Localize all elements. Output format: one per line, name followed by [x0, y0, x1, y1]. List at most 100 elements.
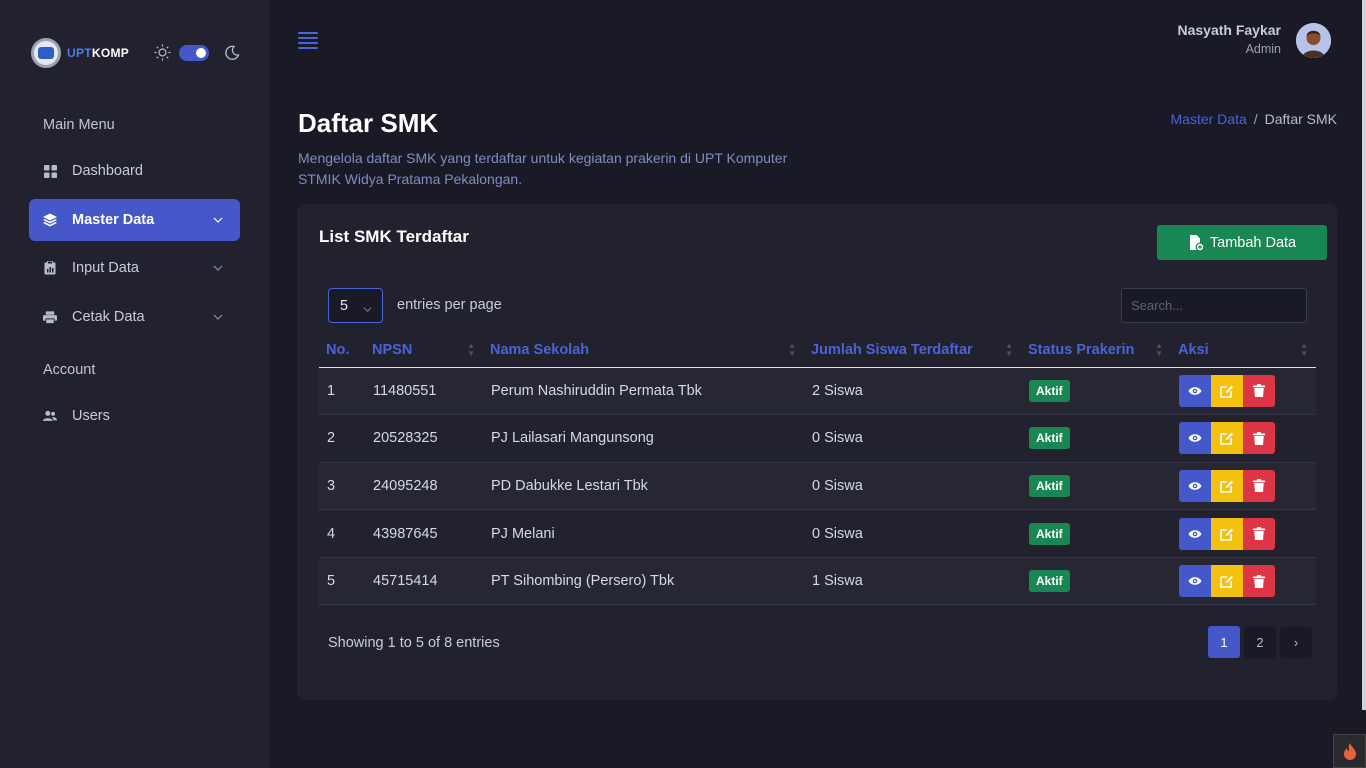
- column-header-aksi[interactable]: Aksi ▲ ▼: [1171, 334, 1316, 368]
- cell-status: Aktif: [1021, 414, 1171, 463]
- smk-table: No. NPSN ▲ ▼ Nama Sekolah ▲ ▼ Jumlah Siswa T…: [319, 334, 1316, 606]
- sidebar-item-cetak-data[interactable]: Cetak Data: [29, 296, 240, 338]
- column-header-jumlah-siswa[interactable]: Jumlah Siswa Terdaftar ▲ ▼: [804, 334, 1021, 368]
- theme-toggle[interactable]: [154, 44, 240, 61]
- edit-button[interactable]: [1211, 469, 1243, 502]
- chevron-down-icon: [213, 310, 223, 320]
- delete-button[interactable]: [1243, 422, 1275, 455]
- cell-nama-sekolah: PT Sihombing (Persero) Tbk: [483, 557, 804, 606]
- search-input[interactable]: [1121, 288, 1307, 323]
- edit-button[interactable]: [1211, 565, 1243, 598]
- delete-button[interactable]: [1243, 469, 1275, 502]
- view-button[interactable]: [1179, 422, 1211, 455]
- view-button[interactable]: [1179, 565, 1211, 598]
- edit-button[interactable]: [1211, 374, 1243, 407]
- eye-icon: [1188, 577, 1202, 585]
- chevron-down-icon: [213, 213, 223, 223]
- printer-icon: [43, 310, 57, 324]
- status-badge: Aktif: [1029, 570, 1070, 593]
- dark-mode-switch[interactable]: [179, 44, 209, 61]
- entries-per-page-label: entries per page: [397, 297, 502, 313]
- table-row: 3 24095248 PD Dabukke Lestari Tbk 0 Siswa Ak…: [319, 462, 1316, 511]
- cell-aksi: [1171, 367, 1316, 416]
- sidebar-item-label: Master Data: [72, 212, 155, 228]
- cell-no: 1: [319, 367, 365, 416]
- brand-name: UPTKOMP: [67, 46, 130, 60]
- cell-jumlah-siswa: 0 Siswa: [804, 462, 1021, 511]
- sidebar-item-users[interactable]: Users: [29, 395, 240, 437]
- add-data-label: Tambah Data: [1209, 234, 1297, 251]
- status-badge: Aktif: [1029, 379, 1070, 402]
- menu-heading-account: Account: [43, 362, 96, 378]
- breadcrumb-link-master-data[interactable]: Master Data: [1171, 111, 1247, 127]
- sidebar-item-input-data[interactable]: Input Data: [29, 247, 240, 289]
- cell-no: 5: [319, 557, 365, 606]
- flame-icon[interactable]: [1333, 734, 1366, 768]
- cell-no: 2: [319, 414, 365, 463]
- view-button[interactable]: [1179, 469, 1211, 502]
- delete-button[interactable]: [1243, 565, 1275, 598]
- page-scrollbar[interactable]: [1362, 0, 1366, 710]
- cell-aksi: [1171, 557, 1316, 606]
- eye-icon: [1188, 529, 1202, 538]
- user-name[interactable]: Nasyath Faykar: [1177, 22, 1281, 38]
- menu-toggle-icon[interactable]: [298, 32, 318, 49]
- next-page-button[interactable]: ›: [1280, 626, 1312, 658]
- eye-icon: [1188, 434, 1202, 443]
- pagination-info: Showing 1 to 5 of 8 entries: [328, 635, 500, 651]
- column-header-nama-sekolah[interactable]: Nama Sekolah ▲ ▼: [483, 334, 804, 368]
- sidebar-item-dashboard[interactable]: Dashboard: [29, 150, 240, 192]
- edit-icon: [1220, 480, 1233, 493]
- delete-button[interactable]: [1243, 517, 1275, 550]
- entries-per-page-value: 5: [340, 297, 349, 314]
- edit-button[interactable]: [1211, 422, 1243, 455]
- card-title: List SMK Terdaftar: [319, 227, 469, 246]
- chevron-down-icon: [213, 261, 223, 271]
- breadcrumb-current: Daftar SMK: [1264, 111, 1337, 127]
- cell-jumlah-siswa: 2 Siswa: [804, 367, 1021, 416]
- delete-button[interactable]: [1243, 374, 1275, 407]
- entries-per-page-select[interactable]: 5: [328, 288, 383, 323]
- page-1-button[interactable]: 1: [1208, 626, 1240, 658]
- file-add-icon: [1188, 234, 1205, 251]
- trash-icon: [1253, 479, 1265, 493]
- edit-icon: [1220, 385, 1233, 398]
- view-button[interactable]: [1179, 374, 1211, 407]
- cell-npsn: 24095248: [365, 462, 483, 511]
- chevron-down-icon: [363, 302, 372, 313]
- table-row: 5 45715414 PT Sihombing (Persero) Tbk 1 Sis…: [319, 557, 1316, 606]
- users-icon: [43, 409, 57, 423]
- pagination: 1 2 ›: [1208, 626, 1312, 658]
- user-role: Admin: [1245, 42, 1281, 56]
- edit-icon: [1220, 575, 1233, 588]
- cell-npsn: 11480551: [365, 367, 483, 416]
- column-header-status[interactable]: Status Prakerin ▲ ▼: [1021, 334, 1171, 368]
- status-badge: Aktif: [1029, 427, 1070, 450]
- layers-icon: [43, 213, 57, 227]
- column-header-no[interactable]: No.: [319, 334, 365, 368]
- cell-aksi: [1171, 414, 1316, 463]
- action-buttons: [1179, 374, 1316, 407]
- cell-status: Aktif: [1021, 557, 1171, 606]
- menu-heading-main: Main Menu: [43, 117, 115, 133]
- avatar[interactable]: [1296, 23, 1331, 58]
- add-data-button[interactable]: Tambah Data: [1157, 225, 1327, 260]
- view-button[interactable]: [1179, 517, 1211, 550]
- sidebar-item-master-data[interactable]: Master Data: [29, 199, 240, 241]
- cell-nama-sekolah: PD Dabukke Lestari Tbk: [483, 462, 804, 511]
- cell-jumlah-siswa: 0 Siswa: [804, 414, 1021, 463]
- trash-icon: [1253, 384, 1265, 398]
- edit-button[interactable]: [1211, 517, 1243, 550]
- status-badge: Aktif: [1029, 522, 1070, 545]
- sort-icon: ▲ ▼: [1155, 341, 1163, 358]
- sidebar: UPTKOMP Main Menu Dashboard Master Data …: [0, 0, 269, 768]
- cell-npsn: 43987645: [365, 509, 483, 558]
- cell-aksi: [1171, 462, 1316, 511]
- trash-icon: [1253, 431, 1265, 445]
- page-2-button[interactable]: 2: [1244, 626, 1276, 658]
- column-header-npsn[interactable]: NPSN ▲ ▼: [365, 334, 483, 368]
- brand-logo[interactable]: UPTKOMP: [31, 38, 129, 68]
- sort-icon: ▲ ▼: [467, 341, 475, 358]
- table-body: 1 11480551 Perum Nashiruddin Permata Tbk 2 …: [319, 367, 1316, 606]
- table-row: 4 43987645 PJ Melani 0 Siswa Aktif: [319, 509, 1316, 558]
